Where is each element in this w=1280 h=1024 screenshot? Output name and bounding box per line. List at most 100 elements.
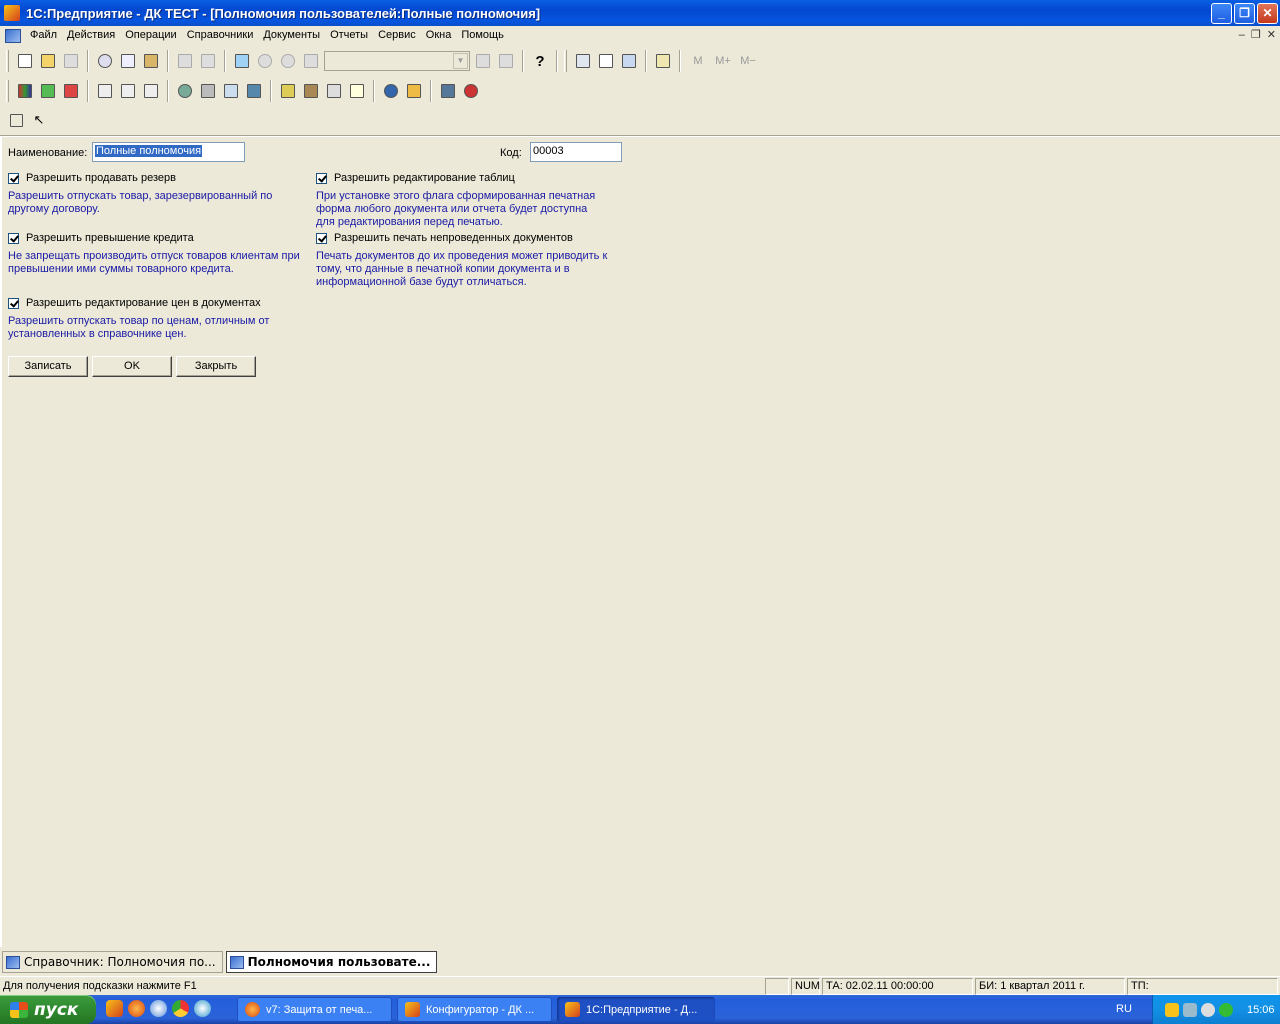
book-icon[interactable] bbox=[653, 51, 673, 71]
chrome-icon[interactable] bbox=[172, 1000, 189, 1017]
menu-file[interactable]: Файл bbox=[25, 26, 62, 45]
find-prev-icon[interactable] bbox=[496, 51, 516, 71]
task-firefox[interactable]: v7: Защита от печа... bbox=[237, 997, 392, 1022]
print-preview-icon[interactable] bbox=[198, 51, 218, 71]
context-help-icon[interactable]: ↖ bbox=[29, 110, 49, 130]
allow-price-edit-checkbox[interactable]: Разрешить редактирование цен в документа… bbox=[8, 297, 261, 309]
properties-icon[interactable] bbox=[232, 51, 252, 71]
import-icon[interactable] bbox=[38, 81, 58, 101]
settings-icon[interactable] bbox=[438, 81, 458, 101]
task-configurator[interactable]: Конфигуратор - ДК ... bbox=[397, 997, 552, 1022]
allow-credit-excess-checkbox[interactable]: Разрешить превышение кредита bbox=[8, 232, 194, 244]
find-next-icon[interactable] bbox=[473, 51, 493, 71]
report-icon[interactable] bbox=[324, 81, 344, 101]
name-field[interactable]: Полные полномочия bbox=[92, 142, 245, 162]
application-toolbar bbox=[6, 77, 481, 105]
money-bag-icon[interactable] bbox=[175, 81, 195, 101]
paste-icon[interactable] bbox=[141, 51, 161, 71]
minimize-button[interactable]: _ bbox=[1211, 2, 1232, 24]
checkbox-checked-icon[interactable] bbox=[8, 297, 19, 309]
undo-icon[interactable] bbox=[255, 51, 275, 71]
toolbar-grip[interactable] bbox=[564, 50, 567, 72]
invoice-icon[interactable] bbox=[95, 81, 115, 101]
tray-1c-icon[interactable] bbox=[1165, 1002, 1179, 1017]
toolbar-separator bbox=[224, 50, 226, 72]
menu-documents[interactable]: Документы bbox=[258, 26, 325, 45]
checkbox-checked-icon[interactable] bbox=[8, 232, 19, 244]
save-button[interactable]: Записать bbox=[8, 356, 88, 377]
start-button[interactable]: пуск bbox=[0, 995, 96, 1024]
tray-status-icon[interactable] bbox=[1219, 1002, 1233, 1017]
search-combo[interactable]: ▼ bbox=[324, 51, 470, 71]
tray-volume-icon[interactable] bbox=[1201, 1002, 1215, 1017]
menu-catalogs[interactable]: Справочники bbox=[182, 26, 259, 45]
close-button[interactable]: ✕ bbox=[1257, 2, 1278, 24]
menu-actions[interactable]: Действия bbox=[62, 26, 120, 45]
allow-unposted-print-label: Разрешить печать непроведенных документо… bbox=[334, 232, 573, 244]
save-icon[interactable] bbox=[61, 51, 81, 71]
calculator-icon[interactable] bbox=[573, 51, 593, 71]
mdi-close-button[interactable]: ✕ bbox=[1267, 26, 1276, 45]
close-form-button[interactable]: Закрыть bbox=[176, 356, 256, 377]
1c-app-icon[interactable] bbox=[4, 5, 20, 21]
firefox-icon[interactable] bbox=[128, 1000, 145, 1017]
menu-windows[interactable]: Окна bbox=[421, 26, 457, 45]
toolbar-grip[interactable] bbox=[6, 80, 9, 102]
memory-mminus-button[interactable]: M− bbox=[737, 55, 759, 67]
ok-button[interactable]: OK bbox=[92, 356, 172, 377]
exit-icon[interactable] bbox=[461, 81, 481, 101]
journal-icon[interactable] bbox=[221, 81, 241, 101]
notepad-icon[interactable] bbox=[619, 51, 639, 71]
mdi-minimize-button[interactable]: – bbox=[1239, 26, 1245, 45]
description-line: для редактирования перед печатью. bbox=[316, 216, 503, 228]
mail-icon[interactable] bbox=[404, 81, 424, 101]
menu-reports[interactable]: Отчеты bbox=[325, 26, 373, 45]
language-indicator[interactable]: RU bbox=[1116, 1003, 1132, 1015]
cash-register-icon[interactable] bbox=[198, 81, 218, 101]
checkbox-checked-icon[interactable] bbox=[316, 172, 327, 184]
task-label: Конфигуратор - ДК ... bbox=[426, 1003, 535, 1016]
users-icon[interactable] bbox=[244, 81, 264, 101]
download-icon[interactable] bbox=[150, 1000, 167, 1017]
memory-mplus-button[interactable]: M+ bbox=[712, 55, 734, 67]
allow-table-edit-checkbox[interactable]: Разрешить редактирование таблиц bbox=[316, 172, 515, 184]
tray-network-icon[interactable] bbox=[1183, 1002, 1197, 1017]
allow-sell-reserve-checkbox[interactable]: Разрешить продавать резерв bbox=[8, 172, 176, 184]
warehouse-icon[interactable] bbox=[301, 81, 321, 101]
print-icon[interactable] bbox=[175, 51, 195, 71]
calendar-icon[interactable] bbox=[596, 51, 616, 71]
open-folder-icon[interactable] bbox=[38, 51, 58, 71]
chevron-down-icon[interactable]: ▼ bbox=[453, 53, 468, 69]
menu-help[interactable]: Помощь bbox=[456, 26, 509, 45]
cut-icon[interactable] bbox=[95, 51, 115, 71]
waybill-icon[interactable] bbox=[141, 81, 161, 101]
copy-icon[interactable] bbox=[118, 51, 138, 71]
document-icon[interactable] bbox=[5, 28, 21, 43]
1c-launch-icon[interactable] bbox=[106, 1000, 123, 1017]
help-topics-icon[interactable] bbox=[6, 110, 26, 130]
browser-icon[interactable] bbox=[194, 1000, 211, 1017]
books-icon[interactable] bbox=[15, 81, 35, 101]
chart-icon[interactable] bbox=[347, 81, 367, 101]
memory-m-button[interactable]: M bbox=[687, 55, 709, 67]
help-icon[interactable]: ? bbox=[530, 51, 550, 71]
find-icon[interactable] bbox=[301, 51, 321, 71]
checkbox-checked-icon[interactable] bbox=[8, 172, 19, 184]
new-icon[interactable] bbox=[15, 51, 35, 71]
export-icon[interactable] bbox=[61, 81, 81, 101]
restore-button[interactable]: ❐ bbox=[1234, 2, 1255, 24]
menu-service[interactable]: Сервис bbox=[373, 26, 421, 45]
menu-operations[interactable]: Операции bbox=[120, 26, 181, 45]
tab-catalog-permissions[interactable]: Справочник: Полномочия по... bbox=[2, 951, 223, 973]
toolbar-grip[interactable] bbox=[6, 50, 9, 72]
checkbox-checked-icon[interactable] bbox=[316, 232, 327, 244]
globe-icon[interactable] bbox=[381, 81, 401, 101]
tab-user-permissions[interactable]: Полномочия пользовате... bbox=[225, 951, 438, 973]
redo-icon[interactable] bbox=[278, 51, 298, 71]
goods-icon[interactable] bbox=[278, 81, 298, 101]
allow-unposted-print-checkbox[interactable]: Разрешить печать непроведенных документо… bbox=[316, 232, 573, 244]
code-field[interactable]: 00003 bbox=[530, 142, 622, 162]
mdi-restore-button[interactable]: ❐ bbox=[1251, 26, 1261, 45]
act-icon[interactable] bbox=[118, 81, 138, 101]
task-1c-enterprise[interactable]: 1С:Предприятие - Д... bbox=[557, 997, 715, 1022]
